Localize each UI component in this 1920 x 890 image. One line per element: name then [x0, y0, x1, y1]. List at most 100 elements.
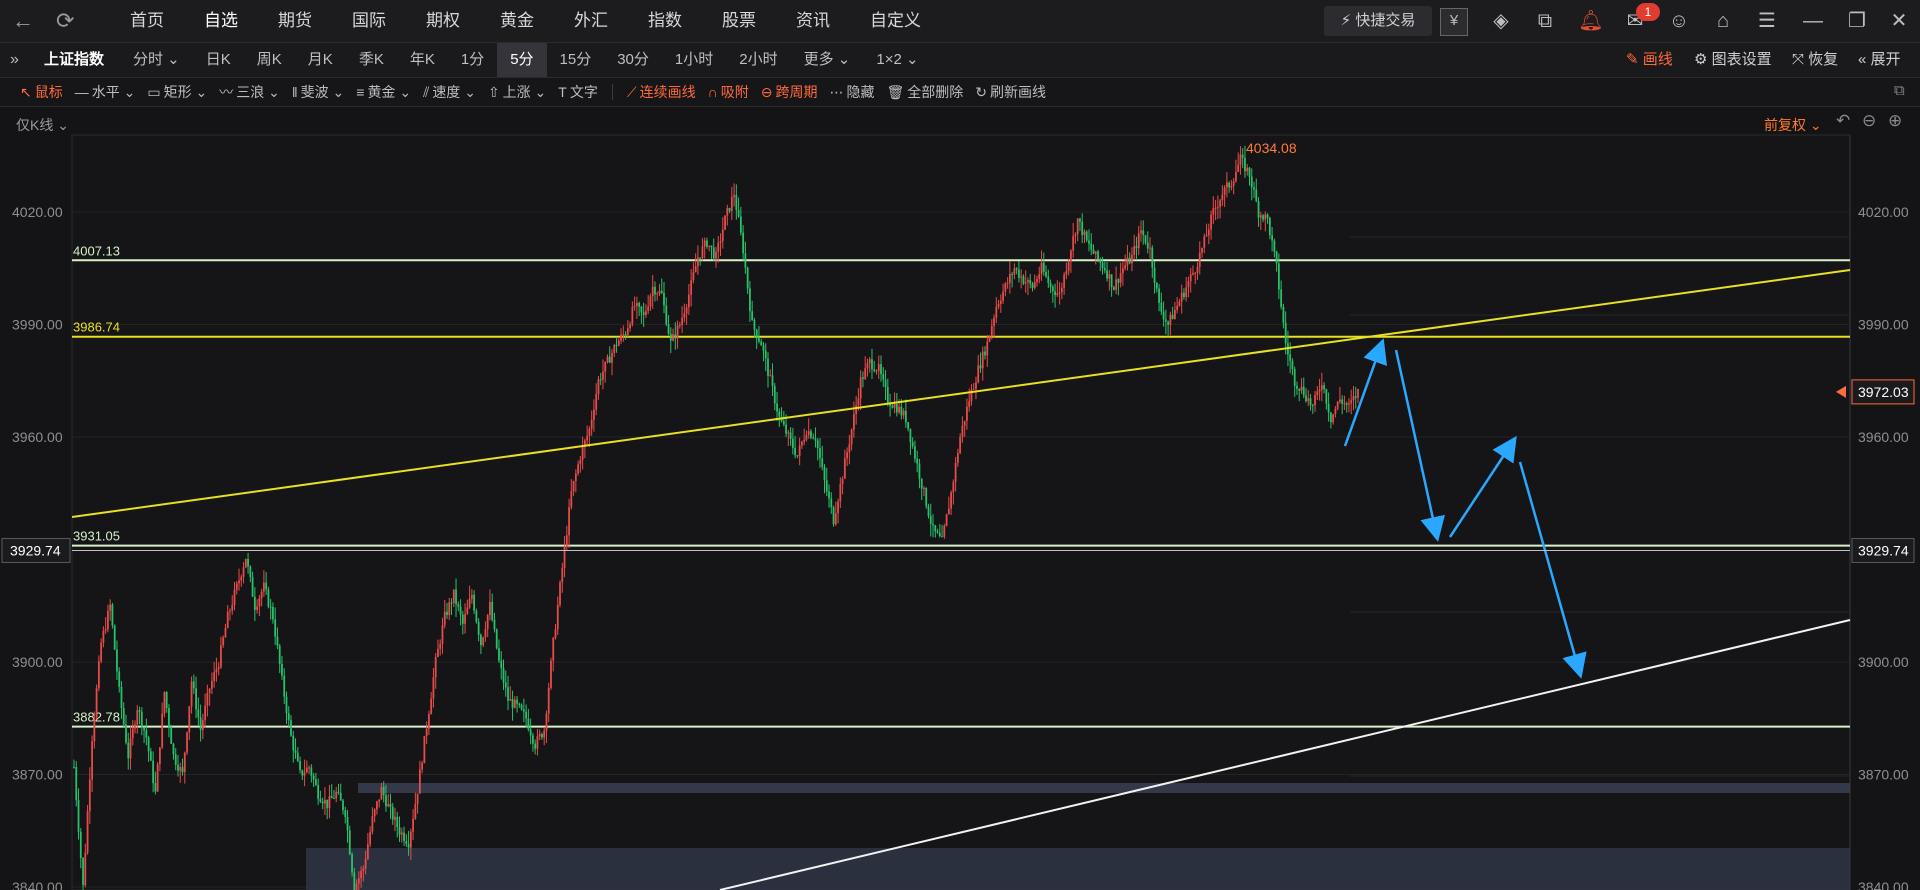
- candle-body: [418, 769, 421, 794]
- candle-body: [1277, 263, 1280, 290]
- candle-body: [183, 752, 186, 773]
- candle-body: [782, 421, 785, 425]
- candle-body: [968, 401, 971, 407]
- candle-body: [1027, 280, 1029, 283]
- candle-body: [898, 406, 901, 413]
- candle-body: [493, 619, 496, 630]
- horizontal-line-label: 3986.74: [73, 320, 120, 335]
- candle-body: [943, 526, 946, 537]
- candle-body: [773, 386, 776, 404]
- candle-body: [195, 688, 197, 710]
- candle-body: [979, 365, 982, 369]
- candle-body: [1230, 185, 1233, 188]
- candle-body: [224, 627, 227, 638]
- candle-body: [613, 345, 616, 353]
- candle-body: [432, 677, 435, 699]
- candle-body: [665, 305, 668, 325]
- candle-body: [1072, 235, 1075, 251]
- candle-body: [337, 791, 340, 793]
- candle-body: [181, 767, 184, 773]
- candle-body: [364, 858, 367, 869]
- candle-body: [1146, 242, 1149, 249]
- candle-body: [1192, 273, 1194, 275]
- candle-body: [873, 369, 876, 371]
- candle-body: [468, 598, 471, 608]
- candle-body: [1232, 181, 1235, 186]
- candle-body: [88, 779, 91, 812]
- candle-body: [1305, 395, 1307, 401]
- candle-body: [240, 576, 243, 581]
- candle-body: [1112, 287, 1115, 290]
- candle-body: [1198, 252, 1201, 267]
- candle-body: [719, 241, 722, 244]
- candle-body: [457, 604, 460, 607]
- candle-body: [959, 437, 962, 454]
- candle-body: [192, 681, 195, 689]
- candle-body: [1339, 399, 1341, 402]
- candle-body: [721, 229, 724, 242]
- candle-body: [1015, 268, 1018, 270]
- candle-body: [988, 336, 991, 342]
- candlestick-chart[interactable]: 4007.133986.743931.053882.78 4034.08 402…: [0, 0, 1920, 890]
- candle-body: [122, 707, 125, 725]
- candle-body: [1357, 389, 1359, 398]
- candle-body: [222, 637, 225, 646]
- candle-body: [389, 804, 392, 807]
- candle-body: [990, 325, 993, 337]
- candle-body: [113, 625, 116, 650]
- candle-body: [1205, 235, 1208, 237]
- candle-body: [932, 523, 934, 526]
- candle-body: [328, 796, 331, 809]
- candle-body: [839, 483, 842, 502]
- candle-body: [877, 364, 880, 371]
- candle-body: [1309, 398, 1312, 405]
- candle-body: [1079, 218, 1081, 222]
- candle-body: [1108, 274, 1111, 279]
- candle-body: [346, 816, 349, 831]
- candle-body: [301, 770, 304, 776]
- candle-body: [242, 567, 245, 577]
- candle-body: [1099, 259, 1102, 263]
- candle-body: [294, 750, 297, 753]
- candle-body: [1133, 246, 1136, 255]
- candle-body: [911, 442, 914, 447]
- candle-body: [882, 374, 885, 380]
- candle-body: [269, 606, 272, 608]
- candle-body: [1201, 247, 1203, 253]
- candle-body: [296, 752, 299, 762]
- candle-body: [400, 832, 403, 835]
- current-price-value: 3972.03: [1858, 384, 1909, 400]
- candle-body: [491, 601, 494, 620]
- candle-body: [118, 671, 121, 687]
- candle-body: [116, 649, 118, 672]
- candle-body: [134, 724, 136, 729]
- candle-body: [541, 734, 543, 738]
- candle-body: [77, 799, 80, 832]
- candle-body: [794, 447, 797, 456]
- y-tick-label-right: 3990.00: [1858, 317, 1909, 333]
- candle-body: [871, 359, 873, 370]
- candle-body: [1149, 247, 1151, 249]
- candle-body: [755, 329, 758, 339]
- candle-body: [1323, 385, 1325, 390]
- candle-body: [995, 306, 998, 318]
- candle-body: [310, 767, 313, 776]
- candle-body: [1164, 319, 1167, 322]
- candle-body: [507, 687, 509, 701]
- candle-body: [642, 312, 645, 315]
- candle-body: [561, 568, 564, 583]
- candle-body: [464, 614, 466, 624]
- y-tick-label-right: 3840.00: [1858, 879, 1909, 890]
- candle-body: [109, 604, 112, 611]
- candle-body: [412, 818, 414, 832]
- candle-body: [102, 630, 105, 643]
- candle-body: [1311, 404, 1314, 406]
- candle-body: [339, 792, 342, 801]
- candle-body: [1142, 230, 1145, 236]
- candle-body: [900, 406, 903, 416]
- candle-body: [1354, 396, 1357, 398]
- candle-body: [536, 736, 539, 749]
- candle-body: [798, 445, 801, 456]
- candle-body: [1196, 266, 1199, 273]
- candle-body: [565, 535, 568, 547]
